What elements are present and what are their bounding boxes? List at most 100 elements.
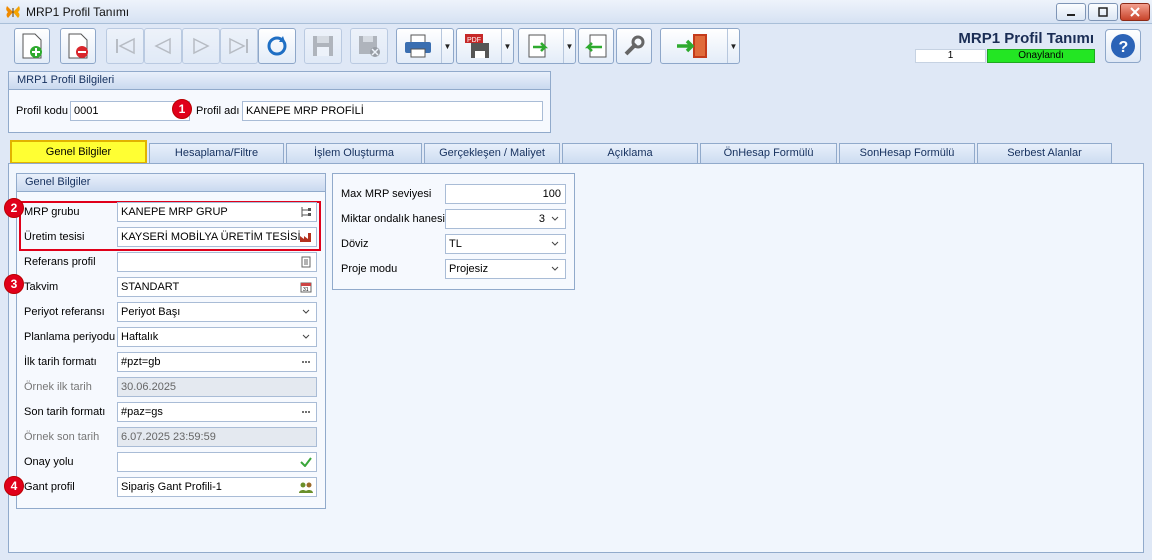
svg-text:31: 31: [303, 287, 309, 293]
ellipsis-icon[interactable]: [299, 405, 313, 419]
cancel-save-button[interactable]: [350, 28, 388, 64]
next-record-button[interactable]: [182, 28, 220, 64]
svg-text:PDF: PDF: [467, 37, 481, 44]
exit-button[interactable]: ▼: [660, 28, 740, 64]
general-field-value: #paz=gs: [121, 406, 163, 418]
people-icon[interactable]: [299, 480, 313, 494]
mrp-field-label: Miktar ondalık hanesi: [341, 213, 445, 225]
mrp-field-input[interactable]: 100: [445, 184, 566, 204]
close-button[interactable]: [1120, 3, 1150, 21]
general-field-value: 30.06.2025: [121, 381, 177, 393]
profile-code-label: Profil kodu: [16, 105, 68, 117]
export-dropdown[interactable]: ▼: [563, 29, 575, 63]
factory-icon[interactable]: [299, 230, 313, 244]
chevron-down-icon[interactable]: [548, 262, 562, 276]
chevron-down-icon[interactable]: [299, 330, 313, 344]
save-icon: [313, 36, 333, 56]
check-icon[interactable]: [299, 455, 313, 469]
general-field-input[interactable]: KAYSERİ MOBİLYA ÜRETİM TESİSİ: [117, 227, 317, 247]
general-field-value: 6.07.2025 23:59:59: [121, 431, 216, 443]
chevron-down-icon[interactable]: [548, 237, 562, 251]
general-field-input[interactable]: Sipariş Gant Profili-1: [117, 477, 317, 497]
chevron-down-icon[interactable]: [548, 212, 562, 226]
previous-record-button[interactable]: [144, 28, 182, 64]
general-field-label: Referans profil: [24, 256, 96, 268]
pdf-export-button[interactable]: PDF ▼: [456, 28, 514, 64]
marker-badge-4: 4: [4, 476, 24, 496]
mrp-field-value: Projesiz: [449, 263, 489, 275]
calendar-icon[interactable]: 31: [299, 280, 313, 294]
tab-sonhesap-formulu[interactable]: SonHesap Formülü: [839, 143, 975, 163]
general-field-value: KAYSERİ MOBİLYA ÜRETİM TESİSİ: [121, 231, 301, 243]
maximize-button[interactable]: [1088, 3, 1118, 21]
tab-genel-bilgiler[interactable]: Genel Bilgiler: [10, 140, 147, 164]
mrp-field-label: Proje modu: [341, 263, 398, 275]
general-field-label: Üretim tesisi: [24, 231, 85, 243]
general-field-value: #pzt=gb: [121, 356, 161, 368]
window-title: MRP1 Profil Tanımı: [26, 5, 130, 19]
printer-icon: [405, 34, 431, 58]
mrp-field-value: 3: [538, 213, 545, 225]
status-badge: Onaylandı: [987, 49, 1095, 63]
mrp-field-input[interactable]: 3: [445, 209, 566, 229]
save-button[interactable]: [304, 28, 342, 64]
marker-badge-3: 3: [4, 274, 24, 294]
general-field-input[interactable]: STANDART 31: [117, 277, 317, 297]
refresh-button[interactable]: [258, 28, 296, 64]
general-field-label: Gant profil: [24, 481, 75, 493]
pdf-dropdown[interactable]: ▼: [501, 29, 513, 63]
mrp-field-input[interactable]: TL: [445, 234, 566, 254]
svg-text:?: ?: [1119, 39, 1129, 56]
general-field-input[interactable]: Haftalık: [117, 327, 317, 347]
general-field-label: MRP grubu: [24, 206, 80, 218]
minimize-button[interactable]: [1056, 3, 1086, 21]
delete-record-button[interactable]: [60, 28, 96, 64]
mrp-field-input[interactable]: Projesiz: [445, 259, 566, 279]
settings-button[interactable]: [616, 28, 652, 64]
butterfly-icon: [6, 6, 20, 18]
general-field-value: Periyot Başı: [121, 306, 181, 318]
print-button[interactable]: ▼: [396, 28, 454, 64]
import-icon: [584, 34, 607, 58]
mrp-field-value: TL: [449, 238, 462, 250]
general-field-input[interactable]: Periyot Başı: [117, 302, 317, 322]
new-record-button[interactable]: [14, 28, 50, 64]
general-field-label: Onay yolu: [24, 456, 74, 468]
tab-serbest-alanlar[interactable]: Serbest Alanlar: [977, 143, 1112, 163]
chevron-down-icon[interactable]: [299, 305, 313, 319]
export-button[interactable]: ▼: [518, 28, 576, 64]
tab-hesaplama-filtre[interactable]: Hesaplama/Filtre: [149, 143, 284, 163]
tab-gerceklesen-maliyet[interactable]: Gerçekleşen / Maliyet: [424, 143, 560, 163]
general-field-input[interactable]: [117, 452, 317, 472]
exit-dropdown[interactable]: ▼: [727, 29, 739, 63]
help-button[interactable]: ?: [1105, 29, 1141, 63]
page-title: MRP1 Profil Tanımı: [958, 30, 1094, 47]
print-dropdown[interactable]: ▼: [441, 29, 453, 63]
general-field-input[interactable]: #pzt=gb: [117, 352, 317, 372]
general-field-input: 6.07.2025 23:59:59: [117, 427, 317, 447]
title-bar: MRP1 Profil Tanımı: [0, 0, 1152, 24]
general-field-value: Sipariş Gant Profili-1: [121, 481, 222, 493]
tab-onhesap-formulu[interactable]: ÖnHesap Formülü: [700, 143, 837, 163]
ellipsis-icon[interactable]: [299, 355, 313, 369]
status-number: 1: [915, 49, 986, 63]
profile-name-input[interactable]: KANEPE MRP PROFİLİ: [242, 101, 543, 121]
general-field-label: Son tarih formatı: [24, 406, 106, 418]
marker-badge-2: 2: [4, 198, 24, 218]
general-field-input[interactable]: #paz=gs: [117, 402, 317, 422]
last-record-button[interactable]: [220, 28, 258, 64]
first-record-button[interactable]: [106, 28, 144, 64]
tab-aciklama[interactable]: Açıklama: [562, 143, 698, 163]
tree-icon[interactable]: [299, 205, 313, 219]
general-field-input[interactable]: KANEPE MRP GRUP: [117, 202, 317, 222]
marker-badge-1: 1: [172, 99, 192, 119]
general-field-input: 30.06.2025: [117, 377, 317, 397]
general-field-input[interactable]: [117, 252, 317, 272]
list-icon[interactable]: [299, 255, 313, 269]
minimize-icon: [1067, 14, 1075, 16]
import-button[interactable]: [578, 28, 614, 64]
tab-islem-olusturma[interactable]: İşlem Oluşturma: [286, 143, 422, 163]
general-field-label: Planlama periyodu: [24, 331, 116, 343]
general-group-title: Genel Bilgiler: [17, 174, 325, 192]
delete-document-icon: [68, 33, 88, 59]
